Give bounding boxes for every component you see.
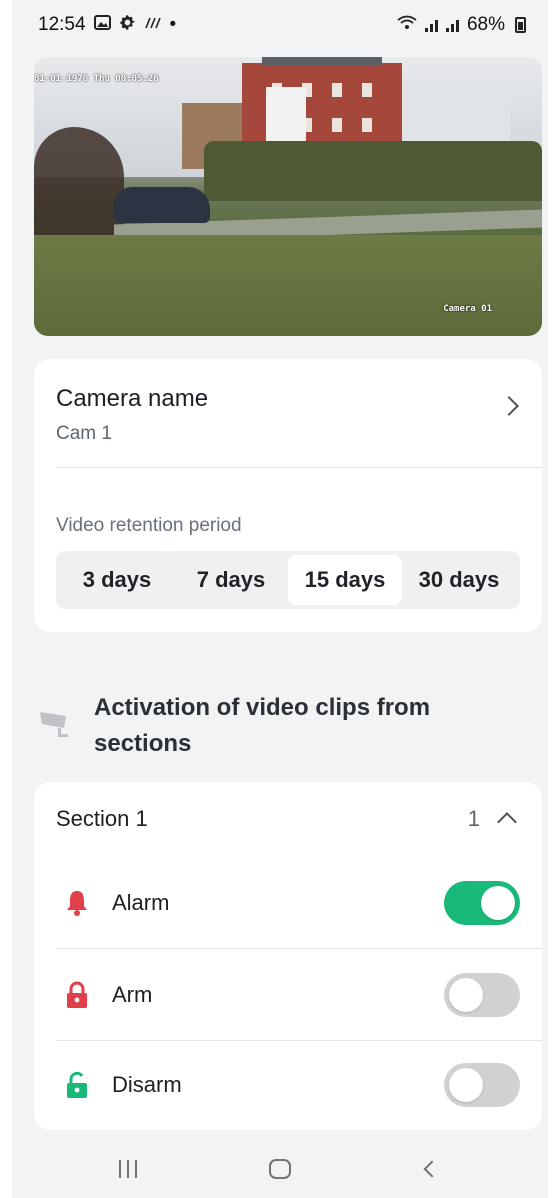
retention-option-30-days[interactable]: 30 days (402, 555, 516, 605)
section-count: 1 (467, 806, 480, 831)
gear-icon (119, 14, 136, 36)
phone-screen: 12:54 • 68% 01-01-1970 Thu 00:05:26 Came… (12, 0, 548, 1198)
toggle-knob (449, 978, 483, 1012)
option-label-alarm: Alarm (112, 890, 170, 915)
wifi-icon (397, 14, 417, 36)
status-bar: 12:54 • 68% (12, 0, 548, 50)
option-label-disarm: Disarm (112, 1072, 182, 1097)
section-option-alarm: Alarm (34, 858, 542, 950)
preview-hedge (204, 141, 542, 201)
divider (56, 948, 542, 949)
preview-car (114, 187, 210, 223)
preview-building (400, 83, 510, 143)
activation-heading: Activation of video clips from sections (34, 686, 542, 766)
back-icon (423, 1160, 441, 1178)
status-dot: • (169, 14, 177, 35)
option-label-arm: Arm (112, 982, 153, 1007)
disarm-toggle[interactable] (444, 1063, 520, 1107)
retention-option-3-days[interactable]: 3 days (60, 555, 174, 605)
status-left: 12:54 • (38, 14, 176, 36)
gallery-icon (93, 15, 111, 35)
lock-icon (64, 981, 90, 1009)
signal-icon (424, 18, 438, 32)
retention-option-15-days[interactable]: 15 days (288, 555, 402, 605)
unlock-icon (64, 1071, 90, 1099)
section-option-disarm: Disarm (34, 1040, 542, 1132)
battery-icon (515, 17, 526, 33)
home-button[interactable] (250, 1149, 310, 1189)
preview-camera-label: Camera 01 (443, 304, 492, 314)
recents-icon (119, 1160, 137, 1178)
cctv-camera-icon (38, 708, 68, 737)
camera-name-title: Camera name (56, 385, 209, 412)
camera-settings-card: Camera name Cam 1 Video retention period… (34, 359, 542, 632)
camera-preview[interactable]: 01-01-1970 Thu 00:05:26 Camera 01 (34, 57, 542, 336)
alarm-toggle[interactable] (444, 881, 520, 925)
retention-option-7-days[interactable]: 7 days (174, 555, 288, 605)
activation-heading-text: Activation of video clips from sections (94, 694, 431, 757)
toggle-knob (481, 886, 515, 920)
section-header[interactable]: Section 1 1 (34, 782, 542, 858)
back-button[interactable] (402, 1149, 462, 1189)
section-title: Section 1 (56, 806, 148, 831)
camera-name-row[interactable]: Camera name Cam 1 (34, 359, 542, 467)
arm-toggle[interactable] (444, 973, 520, 1017)
status-right: 68% (397, 14, 526, 36)
section-option-arm: Arm (34, 950, 542, 1042)
nfc-icon (144, 16, 162, 35)
preview-lawn (34, 235, 542, 336)
toggle-knob (449, 1068, 483, 1102)
battery-percent: 68% (466, 14, 505, 35)
divider (56, 467, 542, 468)
system-nav-bar (12, 1140, 548, 1198)
signal-icon-2 (445, 18, 459, 32)
section-card: Section 1 1 Alarm Arm Disarm (34, 782, 542, 1130)
chevron-right-icon (499, 396, 519, 416)
home-icon (269, 1159, 291, 1179)
preview-timestamp: 01-01-1970 Thu 00:05:26 (34, 74, 159, 84)
retention-selector: 3 days 7 days 15 days 30 days (56, 551, 520, 609)
retention-label: Video retention period (56, 515, 242, 536)
status-time: 12:54 (38, 14, 86, 35)
camera-name-value: Cam 1 (56, 423, 112, 444)
recents-button[interactable] (98, 1149, 158, 1189)
bell-icon (64, 889, 90, 917)
chevron-up-icon[interactable] (497, 812, 517, 832)
